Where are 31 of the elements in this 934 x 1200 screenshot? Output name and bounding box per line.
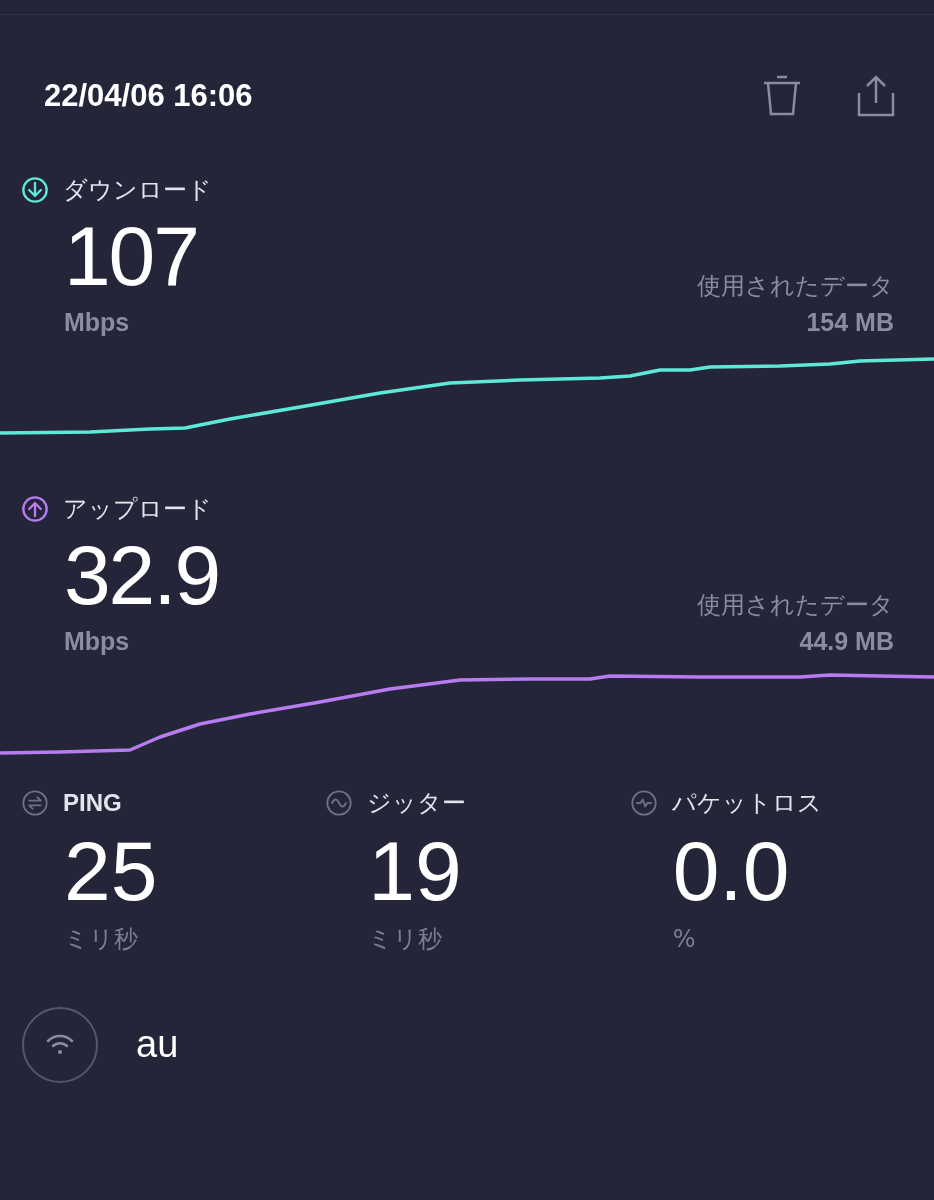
loss-icon	[629, 788, 658, 817]
test-datetime: 22/04/06 16:06	[44, 77, 253, 115]
data-used-label: 使用されたデータ	[697, 590, 894, 621]
delete-button[interactable]	[762, 75, 802, 118]
stat-value: 25	[63, 822, 159, 920]
share-button[interactable]	[856, 75, 896, 118]
speed-unit: Mbps	[64, 306, 131, 338]
stat-label: PING	[63, 787, 122, 818]
stat-unit: %	[671, 923, 697, 955]
stat-value: 0.0	[671, 822, 791, 920]
data-used-label: 使用されたデータ	[697, 270, 894, 302]
network-name: au	[136, 1022, 179, 1067]
trash-icon	[762, 75, 802, 118]
data-used-value: 44.9 MB	[799, 626, 894, 657]
speed-value: 32.9	[64, 527, 220, 623]
wifi-icon	[45, 1032, 75, 1057]
stat-unit: ミリ秒	[63, 923, 139, 955]
speed-value: 107	[64, 207, 198, 304]
jitter-icon	[325, 788, 354, 817]
stat-label: パケットロス	[671, 787, 822, 819]
ping-icon	[21, 788, 49, 817]
stat-unit: ミリ秒	[367, 923, 444, 955]
speed-unit: Mbps	[64, 626, 131, 657]
download-icon	[21, 175, 49, 204]
stat-value: 19	[367, 822, 463, 920]
share-icon	[856, 75, 896, 118]
data-used-value: 154 MB	[806, 306, 894, 338]
section-label: アップロード	[63, 494, 212, 525]
upload-icon	[21, 495, 49, 523]
stat-label: ジッター	[367, 787, 467, 819]
section-label: ダウンロード	[63, 174, 212, 206]
